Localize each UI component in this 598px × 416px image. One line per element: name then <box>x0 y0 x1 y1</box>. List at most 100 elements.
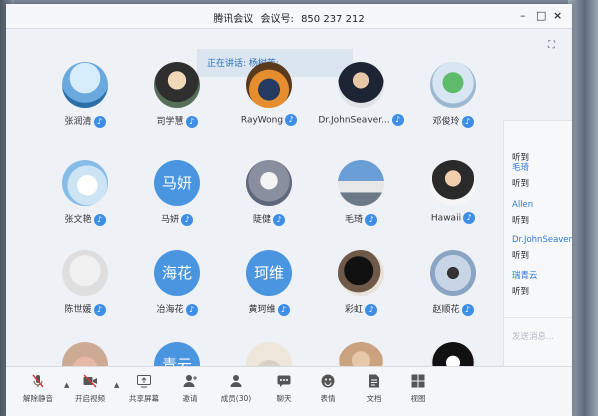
participant-tile[interactable]: 司学慧 ♪ <box>132 62 222 142</box>
microphone-icon: ♪ <box>185 303 198 316</box>
microphone-icon: ♪ <box>185 115 198 128</box>
participant-tile[interactable]: Hawaii ♪ <box>408 160 498 240</box>
documents-button[interactable]: 文档 <box>354 373 394 404</box>
avatar <box>338 62 384 108</box>
participant-tile[interactable]: 陈世媛 ♪ <box>40 250 130 330</box>
microphone-icon: ♪ <box>461 115 474 128</box>
avatar: 马妍 <box>154 160 200 206</box>
participant-tile[interactable]: 邓俊玲 ♪ <box>408 62 498 142</box>
documents-label: 文档 <box>366 394 382 403</box>
chat-message: Dr.JohnSeaverChew- 听到 <box>512 235 572 261</box>
microphone-icon: ♪ <box>391 114 404 126</box>
microphone-icon: ♪ <box>181 213 193 226</box>
mute-options-caret-icon[interactable]: ▲ <box>64 381 69 389</box>
video-options-caret-icon[interactable]: ▲ <box>114 381 119 389</box>
chat-sender: 瑞青云 <box>512 271 538 281</box>
participant-name-row: 司学慧 ♪ <box>132 114 222 128</box>
participant-name: 毛琦 <box>344 215 363 225</box>
participant-name-row: 毛琦 ♪ <box>316 212 406 226</box>
participant-name: 赵顺花 <box>432 305 460 315</box>
participant-tile[interactable]: 珂维黄珂维 ♪ <box>224 250 314 330</box>
participant-tile[interactable]: Dr.JohnSeaver... ♪ <box>316 62 406 142</box>
participant-tile[interactable]: 海花冶海花 ♪ <box>132 250 222 330</box>
avatar <box>430 250 476 296</box>
microphone-icon: ♪ <box>273 213 285 226</box>
microphone-icon: ♪ <box>285 114 298 126</box>
layout-label: 视图 <box>410 394 426 403</box>
participant-tile[interactable]: 彩虹 ♪ <box>316 250 406 330</box>
avatar <box>338 160 384 206</box>
participant-name-row: RayWong ♪ <box>224 114 314 126</box>
layout-button[interactable]: 视图 <box>398 373 438 404</box>
avatar: 海花 <box>154 250 200 296</box>
reactions-button[interactable]: 表情 <box>308 373 348 404</box>
participant-name: 黄珂维 <box>248 305 276 315</box>
participant-name: 陈世媛 <box>64 305 92 315</box>
participant-name-row: 陡健 ♪ <box>224 212 314 226</box>
participant-name: RayWong <box>240 115 284 126</box>
video-button[interactable]: 开启视频 <box>70 373 110 404</box>
microphone-icon: ♪ <box>461 303 474 316</box>
participant-name-row: 黄珂维 ♪ <box>224 302 314 316</box>
microphone-muted-icon <box>32 374 44 388</box>
participant-name: 司学慧 <box>156 117 184 127</box>
meeting-window: 腾讯会议 会议号: 850 237 212 – □ × ⛶ 正在讲话: 杨树芳;… <box>6 4 572 416</box>
camera-off-icon <box>83 374 97 388</box>
invite-label: 邀请 <box>182 394 198 403</box>
chat-sender: Allen <box>512 200 534 210</box>
participant-name: 冶海花 <box>156 305 184 315</box>
chat-label: 聊天 <box>276 394 292 403</box>
chat-panel: 听到 毛琦 听到 Allen 听到 Dr.JohnSeaverChew- 听到 … <box>503 120 572 389</box>
participant-name-row: 邓俊玲 ♪ <box>408 114 498 128</box>
chat-sender: Dr.JohnSeaverChew- <box>512 235 572 245</box>
participant-name: 马妍 <box>160 215 179 225</box>
meeting-toolbar: 解除静音 ▲ 开启视频 ▲ 共享屏幕 邀请 成员(30) 聊天 表情 文档 视图 <box>6 366 572 416</box>
participant-name: 张文艳 <box>64 215 92 225</box>
screen-bezel-right <box>568 0 598 416</box>
mute-button[interactable]: 解除静音 <box>18 373 58 404</box>
microphone-icon: ♪ <box>365 303 377 316</box>
participant-name-row: 陈世媛 ♪ <box>40 302 130 316</box>
participant-tile[interactable]: RayWong ♪ <box>224 62 314 142</box>
participant-tile[interactable]: 陡健 ♪ <box>224 160 314 240</box>
participant-tile[interactable]: 毛琦 ♪ <box>316 160 406 240</box>
participant-name-row: Dr.JohnSeaver... ♪ <box>316 114 406 126</box>
chat-message: 毛琦 听到 <box>512 161 529 189</box>
participant-name-row: 冶海花 ♪ <box>132 302 222 316</box>
document-icon <box>369 374 379 388</box>
participant-name-row: 张文艳 ♪ <box>40 212 130 226</box>
participant-name: 彩虹 <box>344 305 363 315</box>
avatar <box>246 160 292 206</box>
microphone-icon: ♪ <box>463 212 476 224</box>
microphone-icon: ♪ <box>277 303 290 316</box>
participant-tile[interactable]: 张文艳 ♪ <box>40 160 130 240</box>
avatar <box>62 250 108 296</box>
avatar <box>154 62 200 108</box>
participant-tile[interactable]: 马妍 马妍 ♪ <box>132 160 222 240</box>
avatar: 珂维 <box>246 250 292 296</box>
participant-grid: 张润清 ♪ 司学慧 ♪ RayWong ♪ Dr.JohnSeaver... ♪ 邓俊玲 ♪ 张文艳… <box>6 4 572 416</box>
participant-name: 邓俊玲 <box>432 117 460 127</box>
microphone-icon: ♪ <box>93 213 106 226</box>
microphone-icon: ♪ <box>93 303 106 316</box>
layout-icon <box>411 374 425 388</box>
participant-name: 张润清 <box>64 117 92 127</box>
reactions-label: 表情 <box>320 394 336 403</box>
avatar <box>430 62 476 108</box>
members-button[interactable]: 成员(30) <box>216 373 256 404</box>
participant-name-row: 彩虹 ♪ <box>316 302 406 316</box>
share-screen-button[interactable]: 共享屏幕 <box>124 373 164 404</box>
chat-text: 听到 <box>512 251 530 261</box>
participant-tile[interactable]: 赵顺花 ♪ <box>408 250 498 330</box>
avatar <box>246 62 292 108</box>
participant-name: Dr.JohnSeaver... <box>318 115 390 126</box>
invite-button[interactable]: 邀请 <box>170 373 210 404</box>
mute-label: 解除静音 <box>23 394 53 403</box>
microphone-icon: ♪ <box>93 115 106 128</box>
emoji-icon <box>321 374 335 388</box>
participant-tile[interactable]: 张润清 ♪ <box>40 62 130 142</box>
avatar <box>62 160 108 206</box>
avatar <box>430 160 476 206</box>
participant-name-row: 赵顺花 ♪ <box>408 302 498 316</box>
chat-button[interactable]: 聊天 <box>264 373 304 404</box>
